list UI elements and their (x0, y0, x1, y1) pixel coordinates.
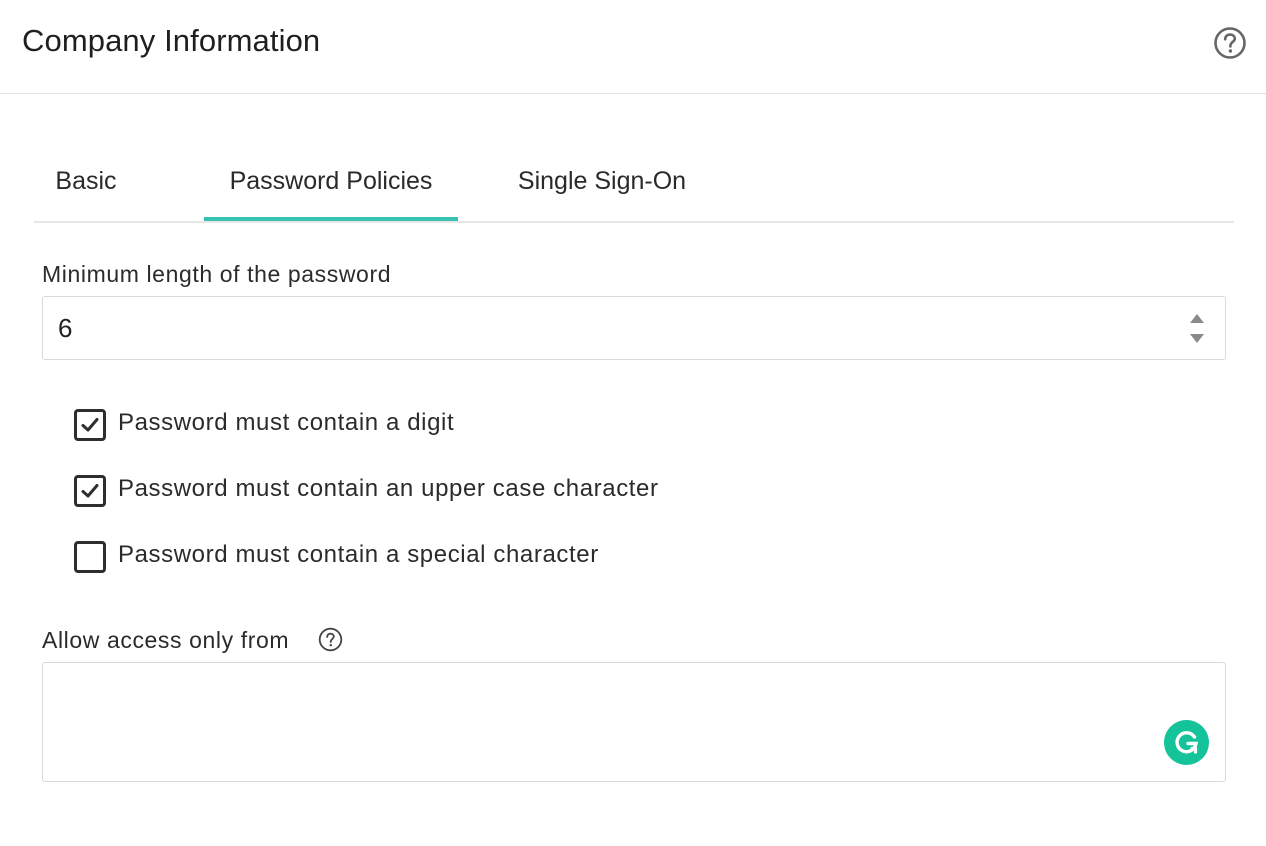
active-tab-indicator (204, 217, 458, 221)
allow-access-textarea[interactable] (42, 662, 1226, 782)
require-special-label: Password must contain a special characte… (118, 541, 599, 568)
require-special-checkbox[interactable] (74, 541, 106, 573)
min-length-input[interactable]: 6 (42, 296, 1226, 360)
page-header: Company Information (0, 0, 1266, 94)
grammarly-icon[interactable] (1164, 720, 1209, 765)
question-circle-icon[interactable] (318, 627, 343, 652)
page-title: Company Information (22, 23, 321, 58)
min-length-value: 6 (58, 313, 73, 343)
tab-password-policies[interactable]: Password Policies (204, 140, 458, 221)
allow-access-label: Allow access only from (42, 627, 290, 653)
min-length-label: Minimum length of the password (42, 261, 392, 287)
require-digit-label: Password must contain a digit (118, 409, 455, 436)
require-uppercase-label: Password must contain an upper case char… (118, 475, 659, 502)
checkmark-icon (81, 418, 99, 432)
checkmark-icon (81, 484, 99, 498)
tab-basic[interactable]: Basic (34, 140, 138, 221)
number-stepper-icon[interactable] (1189, 310, 1205, 346)
tab-single-sign-on[interactable]: Single Sign-On (494, 140, 710, 221)
help-icon[interactable] (1212, 25, 1248, 61)
require-uppercase-checkbox[interactable] (74, 475, 106, 507)
tab-bar: Basic Password Policies Single Sign-On (34, 140, 1234, 223)
require-digit-checkbox[interactable] (74, 409, 106, 441)
